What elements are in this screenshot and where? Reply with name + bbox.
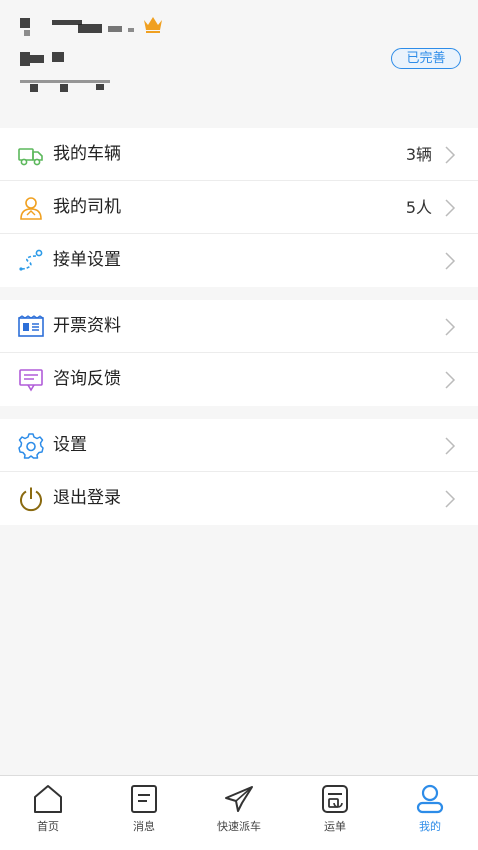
- menu-item-feedback[interactable]: 咨询反馈: [0, 353, 478, 406]
- tab-label: 消息: [133, 820, 155, 833]
- menu-group-account: 设置 退出登录: [0, 419, 478, 525]
- chevron-right-icon: [445, 437, 456, 455]
- menu-item-settings[interactable]: 设置: [0, 419, 478, 472]
- tab-label: 运单: [324, 820, 346, 833]
- driver-count: 5人: [405, 198, 432, 217]
- vehicle-count: 3辆: [405, 145, 432, 164]
- message-icon: [131, 785, 157, 813]
- gear-icon: [18, 433, 44, 459]
- company-name-redacted: [20, 52, 30, 66]
- invoice-icon: [18, 315, 44, 337]
- route-icon: [19, 249, 43, 271]
- paper-plane-icon: [225, 786, 253, 812]
- feedback-icon: [19, 369, 43, 392]
- chevron-right-icon: [445, 371, 456, 389]
- profile-header: 已完善: [0, 0, 478, 116]
- phone-redacted: [20, 80, 110, 83]
- menu-item-invoice[interactable]: 开票资料: [0, 300, 478, 353]
- home-icon: [34, 785, 62, 813]
- menu-item-label: 咨询反馈: [53, 369, 121, 389]
- bottom-tab-bar: 首页 消息 快速派车 运单 我的: [0, 775, 478, 850]
- menu-group-service: 开票资料 咨询反馈: [0, 300, 478, 406]
- menu-item-label: 接单设置: [53, 250, 121, 270]
- menu-item-label: 我的车辆: [53, 144, 121, 164]
- user-name-redacted: [20, 18, 30, 28]
- menu-item-vehicles[interactable]: 我的车辆 3辆: [0, 128, 478, 181]
- tab-waybill[interactable]: 运单: [287, 776, 383, 850]
- tab-label: 首页: [37, 820, 59, 833]
- chevron-right-icon: [445, 199, 456, 217]
- chevron-right-icon: [445, 252, 456, 270]
- power-icon: [20, 487, 42, 512]
- waybill-icon: [322, 785, 348, 813]
- crown-icon: [144, 17, 162, 33]
- menu-item-label: 退出登录: [53, 488, 121, 508]
- tab-messages[interactable]: 消息: [96, 776, 192, 850]
- menu-item-label: 设置: [53, 435, 87, 455]
- tab-home[interactable]: 首页: [0, 776, 96, 850]
- chevron-right-icon: [445, 146, 456, 164]
- tab-mine[interactable]: 我的: [382, 776, 478, 850]
- menu-item-drivers[interactable]: 我的司机 5人: [0, 181, 478, 234]
- profile-complete-badge[interactable]: 已完善: [391, 48, 461, 69]
- chevron-right-icon: [445, 490, 456, 508]
- driver-icon: [20, 197, 42, 220]
- menu-item-order-settings[interactable]: 接单设置: [0, 234, 478, 287]
- tab-label: 我的: [419, 820, 441, 833]
- tab-label: 快速派车: [217, 820, 261, 833]
- user-icon: [416, 784, 444, 814]
- truck-icon: [18, 148, 43, 166]
- menu-item-label: 我的司机: [53, 197, 121, 217]
- chevron-right-icon: [445, 318, 456, 336]
- menu-item-logout[interactable]: 退出登录: [0, 472, 478, 525]
- tab-quick-dispatch[interactable]: 快速派车: [191, 776, 287, 850]
- menu-group-vehicles: 我的车辆 3辆 我的司机 5人 接单设置: [0, 128, 478, 287]
- menu-item-label: 开票资料: [53, 316, 121, 336]
